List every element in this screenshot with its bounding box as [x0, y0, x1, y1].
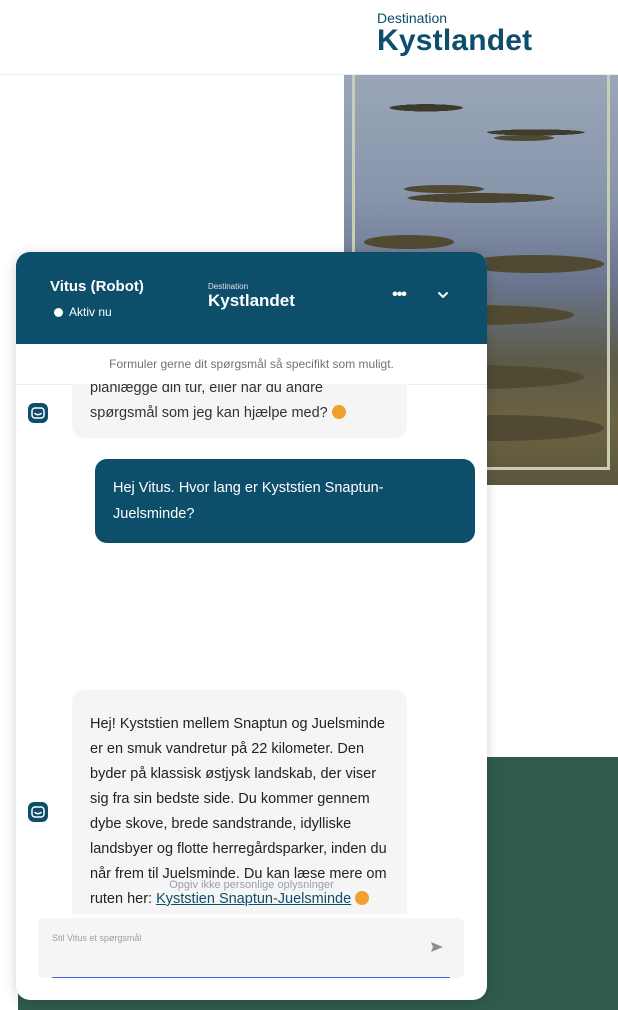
message-input[interactable]	[50, 926, 414, 950]
send-icon	[431, 942, 443, 952]
smile-emoji-icon	[355, 891, 370, 905]
robot-smile-icon	[28, 802, 48, 822]
robot-smile-icon	[28, 403, 48, 423]
site-logo[interactable]: Destination Kystlandet	[377, 10, 532, 56]
chevron-down-icon	[438, 292, 448, 298]
agent-status: Aktiv nu	[54, 305, 112, 319]
agent-name: Vitus (Robot)	[50, 278, 144, 295]
route-link[interactable]: Kyststien Snaptun-Juelsminde	[156, 891, 351, 907]
bot-message-text: spørgsmål som jeg kan hjælpe med?	[90, 405, 328, 421]
more-options-button[interactable]: •••	[386, 286, 412, 306]
status-text: Aktiv nu	[69, 305, 112, 319]
site-logo-big: Kystlandet	[377, 24, 533, 57]
bot-message: planlægge din tur, eller har du andre sp…	[72, 384, 407, 438]
message-composer	[38, 918, 464, 978]
user-message-text: Hej Vitus. Hvor lang er Kyststien Snaptu…	[113, 480, 384, 522]
message-list[interactable]: planlægge din tur, eller har du andre sp…	[16, 384, 487, 914]
smile-emoji-icon	[331, 405, 346, 419]
privacy-note: Opgiv ikke personlige oplysninger	[169, 879, 334, 891]
chat-header-logo-big: Kystlandet	[208, 291, 295, 310]
send-button[interactable]	[428, 938, 446, 956]
chat-widget: Vitus (Robot) Aktiv nu Destination Kystl…	[16, 252, 487, 1000]
chat-header-logo: Destination Kystlandet	[208, 282, 295, 311]
input-underline	[52, 977, 450, 978]
chat-header-logo-small: Destination	[208, 282, 249, 291]
bot-message-text: planlægge din tur, eller har du andre	[90, 384, 323, 396]
user-message: Hej Vitus. Hvor lang er Kyststien Snaptu…	[95, 459, 475, 543]
status-dot-icon	[54, 307, 63, 317]
chat-notice: Formuler gerne dit spørgsmål så specifik…	[16, 344, 487, 385]
collapse-chat-button[interactable]	[434, 286, 452, 304]
chat-header: Vitus (Robot) Aktiv nu Destination Kystl…	[16, 252, 487, 344]
